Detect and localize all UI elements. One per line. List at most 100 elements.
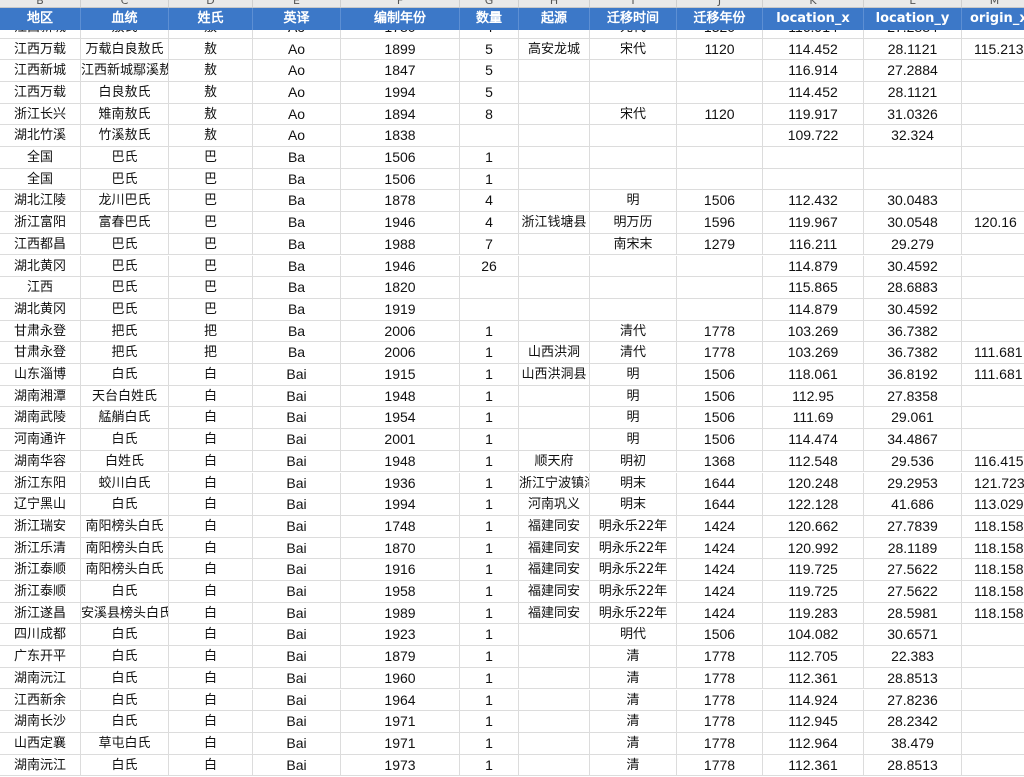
table-cell[interactable]: 1	[460, 689, 519, 712]
table-cell[interactable]: 福建同安	[519, 602, 590, 625]
table-cell[interactable]: 湖南湘潭	[0, 385, 81, 408]
table-cell[interactable]: 2001	[341, 429, 460, 451]
table-cell[interactable]: 雉南敖氏	[81, 103, 169, 126]
table-cell[interactable]: 南阳榜头白氏	[81, 559, 169, 581]
table-cell[interactable]: 103.269	[763, 342, 864, 364]
table-cell[interactable]	[864, 168, 962, 191]
table-cell[interactable]: 元代	[590, 30, 677, 39]
table-cell[interactable]: 27.7839	[864, 515, 962, 538]
table-cell[interactable]: Bai	[253, 494, 341, 516]
table-cell[interactable]: 1	[460, 407, 519, 430]
table-cell[interactable]: Bai	[253, 450, 341, 473]
table-cell[interactable]: 113.029	[962, 494, 1024, 516]
table-cell[interactable]: Ba	[253, 212, 341, 234]
table-cell[interactable]: 29.061	[864, 407, 962, 430]
table-cell[interactable]	[962, 256, 1024, 278]
table-cell[interactable]: 27.8358	[864, 385, 962, 408]
table-cell[interactable]: Bai	[253, 407, 341, 430]
table-cell[interactable]: 8	[460, 103, 519, 126]
table-cell[interactable]: 28.1189	[864, 537, 962, 560]
table-cell[interactable]: Ao	[253, 60, 341, 82]
table-cell[interactable]: 巴氏	[81, 255, 169, 278]
table-cell[interactable]	[519, 277, 590, 299]
table-cell[interactable]	[962, 646, 1024, 668]
table-cell[interactable]: 巴	[169, 233, 253, 256]
table-cell[interactable]: Bai	[253, 646, 341, 668]
table-cell[interactable]: 29.279	[864, 233, 962, 256]
table-cell[interactable]	[677, 277, 763, 299]
column-letter[interactable]: C	[81, 0, 169, 7]
table-cell[interactable]: 白良敖氏	[81, 81, 169, 104]
table-cell[interactable]: 浙江乐清	[0, 537, 81, 560]
table-cell[interactable]: Ba	[253, 255, 341, 278]
table-cell[interactable]: 1	[460, 667, 519, 690]
table-cell[interactable]: 草屯白氏	[81, 732, 169, 755]
table-cell[interactable]: 7	[460, 233, 519, 256]
table-cell[interactable]: 1	[460, 342, 519, 364]
table-cell[interactable]: 1870	[341, 537, 460, 560]
table-cell[interactable]	[962, 125, 1024, 147]
table-cell[interactable]: 1778	[677, 646, 763, 668]
table-cell[interactable]: 1644	[677, 472, 763, 495]
table-cell[interactable]: 1	[460, 581, 519, 603]
table-cell[interactable]: 白	[169, 624, 253, 647]
table-cell[interactable]: Bai	[253, 581, 341, 603]
table-cell[interactable]	[590, 168, 677, 191]
table-cell[interactable]: 30.4592	[864, 255, 962, 278]
table-cell[interactable]: 甘肃永登	[0, 320, 81, 343]
table-cell[interactable]: 福建同安	[519, 581, 590, 603]
table-cell[interactable]: 28.5981	[864, 602, 962, 625]
table-cell[interactable]: Bai	[253, 364, 341, 386]
table-cell[interactable]: 巴	[169, 190, 253, 213]
table-cell[interactable]: 清	[590, 711, 677, 733]
table-cell[interactable]: 辽宁黑山	[0, 494, 81, 516]
table-cell[interactable]	[519, 30, 590, 39]
table-cell[interactable]: 1424	[677, 581, 763, 603]
table-cell[interactable]: 明永乐22年	[590, 515, 677, 538]
table-cell[interactable]	[763, 168, 864, 191]
column-header[interactable]: 地区	[0, 8, 81, 30]
table-cell[interactable]: 1424	[677, 559, 763, 581]
table-cell[interactable]: 1	[460, 711, 519, 733]
table-cell[interactable]: 36.7382	[864, 320, 962, 343]
table-cell[interactable]: 1	[460, 168, 519, 191]
table-cell[interactable]	[962, 147, 1024, 169]
table-cell[interactable]: 114.879	[763, 298, 864, 321]
table-cell[interactable]: 白	[169, 711, 253, 733]
table-cell[interactable]: 清	[590, 646, 677, 668]
table-cell[interactable]: 巴	[169, 212, 253, 234]
column-header[interactable]: 数量	[460, 8, 519, 30]
table-cell[interactable]: 明	[590, 385, 677, 408]
table-cell[interactable]: 浙江宁波镇海县	[519, 472, 590, 495]
table-cell[interactable]: 1	[460, 559, 519, 581]
table-cell[interactable]: 1506	[677, 364, 763, 386]
table-cell[interactable]: 1120	[677, 103, 763, 126]
table-cell[interactable]: 1948	[341, 450, 460, 473]
table-cell[interactable]: 1994	[341, 494, 460, 516]
table-cell[interactable]: 巴氏	[81, 168, 169, 191]
table-cell[interactable]	[677, 147, 763, 169]
table-cell[interactable]: Bai	[253, 689, 341, 712]
table-cell[interactable]: Bai	[253, 515, 341, 538]
table-cell[interactable]: Bai	[253, 537, 341, 560]
table-cell[interactable]	[519, 667, 590, 690]
table-cell[interactable]	[962, 277, 1024, 299]
table-cell[interactable]: 1820	[341, 277, 460, 299]
table-cell[interactable]: 1838	[341, 125, 460, 147]
table-cell[interactable]: 1424	[677, 515, 763, 538]
table-cell[interactable]: 把	[169, 342, 253, 364]
table-cell[interactable]: 1424	[677, 537, 763, 560]
column-letter[interactable]: G	[460, 0, 519, 7]
table-cell[interactable]: 1936	[341, 472, 460, 495]
table-cell[interactable]: 1994	[341, 81, 460, 104]
table-cell[interactable]: 四川成都	[0, 624, 81, 647]
table-cell[interactable]: 1879	[341, 646, 460, 668]
table-cell[interactable]: 118.158	[962, 581, 1024, 603]
table-cell[interactable]: 敖	[169, 38, 253, 61]
table-cell[interactable]: 白氏	[81, 494, 169, 516]
table-cell[interactable]: 山西洪洞县	[519, 364, 590, 386]
table-cell[interactable]: 山西洪洞	[519, 342, 590, 364]
column-header[interactable]: location_y	[864, 8, 962, 30]
table-cell[interactable]	[590, 81, 677, 104]
table-cell[interactable]: 白	[169, 732, 253, 755]
